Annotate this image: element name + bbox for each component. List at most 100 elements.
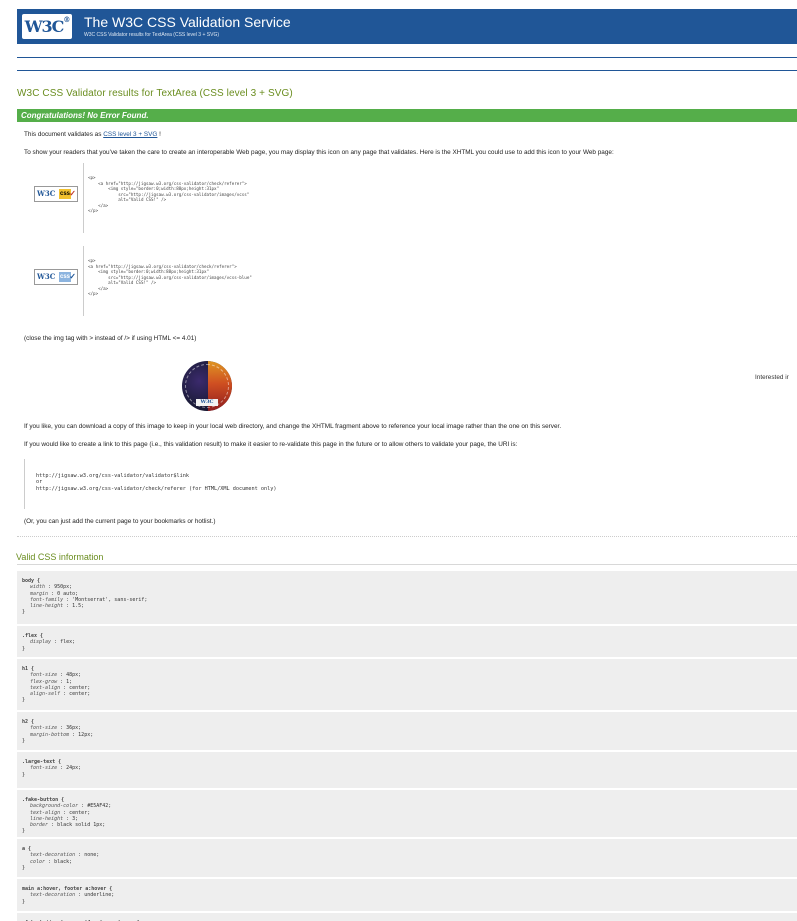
badge-code-snippet: <p> <a href="http://jigsaw.w3.org/css-va…: [88, 175, 250, 213]
css-value: center;: [69, 684, 91, 691]
validates-text: This document validates as CSS level 3 +…: [24, 130, 161, 139]
section-separator: [17, 536, 797, 537]
css-property: display: [30, 639, 52, 646]
css-property: background-color: [30, 803, 79, 810]
css-property: font-size: [30, 765, 58, 772]
badge-w3c-text: W3C: [37, 189, 56, 198]
code-border: [83, 163, 84, 233]
css-separator: :: [63, 603, 73, 610]
css-property: align-self: [30, 691, 61, 698]
css-separator: :: [48, 822, 58, 829]
show-readers-text: To show your readers that you've taken t…: [24, 149, 614, 156]
css-value: none;: [84, 852, 100, 859]
uri-block: http://jigsaw.w3.org/css-validator/valid…: [24, 459, 324, 509]
css-property: margin: [30, 590, 49, 597]
css-value: flex;: [60, 639, 76, 646]
divider: [17, 57, 797, 58]
code-border: [83, 246, 84, 316]
css-rule-block: .large-text {font-size : 24px;}: [17, 752, 797, 789]
css-property: text-decoration: [30, 852, 76, 859]
w3c-logo-mark: ®: [63, 15, 70, 24]
css-separator: :: [57, 672, 67, 679]
service-title: The W3C CSS Validation Service: [84, 14, 291, 30]
css-property: text-decoration: [30, 892, 76, 899]
w3c-logo-text: W3C: [24, 17, 65, 36]
valid-css-badge-blue[interactable]: W3C css ✓: [34, 269, 78, 285]
css-rule-close: }: [22, 645, 26, 652]
link-note: If you would like to create a link to th…: [24, 441, 518, 448]
css-separator: :: [78, 803, 88, 810]
css-profile-link[interactable]: CSS level 3 + SVG: [103, 131, 157, 138]
css-value: black solid 1px;: [57, 822, 106, 829]
css-value: center;: [69, 691, 91, 698]
css-separator: :: [60, 684, 70, 691]
css-value: underline;: [84, 892, 115, 899]
css-separator: :: [45, 858, 55, 865]
service-subtitle: W3C CSS Validator results for TextArea (…: [84, 32, 220, 38]
css-separator: :: [57, 765, 67, 772]
css-value: center;: [69, 809, 91, 816]
css-property: text-align: [30, 809, 61, 816]
css-separator: :: [60, 809, 70, 816]
css-separator: :: [63, 596, 73, 603]
css-property: font-size: [30, 672, 58, 679]
success-banner: Congratulations! No Error Found.: [17, 109, 797, 122]
css-value: black;: [54, 858, 73, 865]
css-property: flex-grow: [30, 678, 58, 685]
valid-css-badge-gold[interactable]: W3C css ✓: [34, 186, 78, 202]
validates-suffix: !: [157, 131, 161, 138]
validates-prefix: This document validates as: [24, 131, 104, 138]
css-separator: :: [69, 731, 79, 738]
css-value: 3;: [72, 815, 79, 822]
css-separator: :: [60, 691, 70, 698]
css-value: 1.5;: [72, 603, 85, 610]
css-property: line-height: [30, 815, 64, 822]
css-property: line-height: [30, 603, 64, 610]
css-rule-block: .fake-button {background-color : #E5AF42…: [17, 790, 797, 838]
css-value: 24px;: [66, 765, 82, 772]
css-property: font-family: [30, 596, 64, 603]
css-property: font-size: [30, 725, 58, 732]
css-property: width: [30, 584, 46, 591]
css-separator: :: [57, 725, 67, 732]
w3c-logo[interactable]: W3C®: [22, 14, 72, 39]
css-value: 12px;: [78, 731, 94, 738]
css-rule-block: .fake-button:hover, .blue-hover:hover {: [17, 913, 797, 921]
interested-link[interactable]: Interested ir: [755, 373, 789, 382]
css-rule-block: h1 {font-size : 48px; flex-grow : 1; text-…: [17, 659, 797, 711]
css-rule-block: a {text-decoration : none; color : black;…: [17, 839, 797, 878]
divider: [17, 564, 797, 565]
divider: [17, 70, 797, 71]
css-value: 36px;: [66, 725, 82, 732]
css-rule-block: body {width : 950px; margin : 0 auto; font…: [17, 571, 797, 625]
valid-css-title: Valid CSS information: [16, 552, 104, 562]
badge-code-snippet: <p> <a href="http://jigsaw.w3.org/css-va…: [88, 258, 252, 296]
css-separator: :: [51, 639, 61, 646]
css-value: #E5AF42;: [87, 803, 112, 810]
css-rule-block: h2 {font-size : 36px; margin-bottom : 12p…: [17, 712, 797, 751]
bookmark-note: (Or, you can just add the current page t…: [24, 518, 216, 525]
css-separator: :: [63, 815, 73, 822]
css-separator: :: [48, 590, 58, 597]
css-value: 950px;: [54, 584, 73, 591]
sticker-w3c-mark: W3C: [196, 399, 218, 406]
download-note: If you like, you can download a copy of …: [24, 423, 562, 430]
css-rules-list: body {width : 950px; margin : 0 auto; font…: [17, 571, 797, 921]
css-separator: :: [57, 678, 67, 685]
css-property: text-align: [30, 684, 61, 691]
w3c-sticker-image[interactable]: W3C: [182, 361, 232, 411]
css-separator: :: [75, 892, 85, 899]
css-value: 0 auto;: [57, 590, 79, 597]
css-rule-close: }: [22, 609, 26, 616]
css-value: 1;: [66, 678, 73, 685]
checkmark-icon: ✓: [69, 272, 76, 281]
checkmark-icon: ✓: [69, 189, 76, 198]
css-rule-close: }: [22, 737, 26, 744]
css-separator: :: [75, 852, 85, 859]
css-value: 48px;: [66, 672, 82, 679]
badge-example-gold: W3C css ✓ <p> <a href="http://jigsaw.w3.…: [24, 163, 344, 233]
css-property: margin-bottom: [30, 731, 70, 738]
uri-code: http://jigsaw.w3.org/css-validator/valid…: [36, 473, 277, 492]
results-title: W3C CSS Validator results for TextArea (…: [17, 88, 293, 99]
css-property: border: [30, 822, 49, 829]
